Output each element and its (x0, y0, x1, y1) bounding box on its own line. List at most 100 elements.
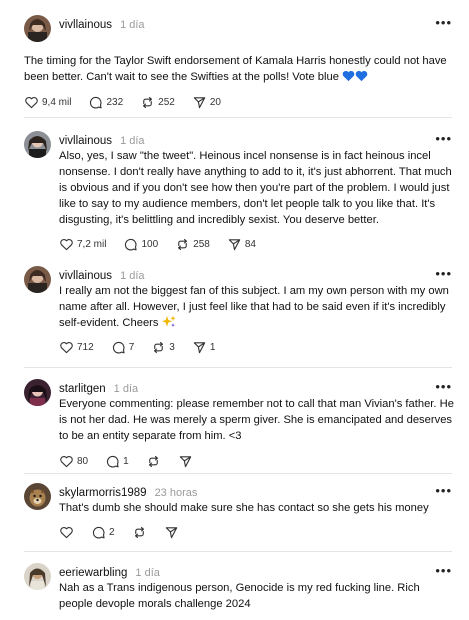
repost-count: 252 (158, 96, 175, 108)
avatar[interactable] (24, 266, 51, 293)
heart-icon (25, 96, 38, 108)
reply-count: 1 (123, 455, 129, 467)
username[interactable]: eeriewarbling (59, 567, 127, 579)
post-text: That's dumb she should make sure she has… (59, 502, 429, 514)
post-header: starlitgen 1 día (59, 381, 138, 397)
reply-button[interactable]: 2 (91, 525, 115, 540)
post-text-container: I really am not the biggest fan of this … (59, 283, 455, 331)
like-button[interactable]: 80 (59, 454, 88, 469)
username[interactable]: starlitgen (59, 383, 106, 395)
repost-button[interactable] (146, 454, 161, 469)
post-text: Also, yes, I saw "the tweet". Heinous in… (59, 150, 455, 226)
heart-icon (60, 455, 73, 467)
post-header: skylarmorris1989 23 horas (59, 485, 197, 501)
repost-icon (143, 96, 153, 108)
post-actions: 2 (59, 524, 179, 540)
more-options-icon[interactable]: ••• (435, 131, 452, 146)
share-button[interactable] (178, 454, 193, 469)
username[interactable]: vivllainous (59, 19, 112, 31)
like-count: 712 (77, 341, 94, 353)
comment-icon (112, 341, 125, 353)
heart-icon (60, 238, 73, 250)
reply-count: 7 (128, 341, 135, 353)
reply-count: 100 (141, 238, 159, 250)
like-count: 80 (77, 455, 89, 467)
share-count: 84 (244, 238, 256, 250)
timestamp[interactable]: 1 día (135, 567, 159, 579)
post-actions: 9,4 mil 232 252 20 (24, 94, 221, 110)
timestamp[interactable]: 1 día (120, 135, 144, 147)
timestamp[interactable]: 1 día (114, 383, 138, 395)
thread-feed: vivllainous 1 día ••• The timing for the… (0, 0, 469, 620)
like-button[interactable]: 7,2 mil (59, 237, 106, 252)
repost-button[interactable]: 258 (175, 237, 210, 252)
repost-button[interactable]: 252 (140, 95, 175, 110)
username[interactable]: skylarmorris1989 (59, 487, 147, 499)
avatar[interactable] (24, 379, 51, 406)
post-actions: 7,2 mil 100 258 84 (59, 236, 256, 252)
more-options-icon[interactable]: ••• (435, 563, 452, 578)
repost-button[interactable]: 3 (151, 340, 175, 355)
reply-button[interactable]: 232 (88, 95, 123, 110)
reply-button[interactable]: 1 (105, 454, 129, 469)
reply-count: 232 (106, 96, 124, 108)
share-count: 20 (209, 96, 221, 108)
comment-icon (125, 238, 138, 250)
divider (24, 551, 452, 552)
username[interactable]: vivllainous (59, 270, 112, 282)
repost-icon (134, 526, 144, 538)
share-button[interactable]: 20 (192, 95, 221, 110)
timestamp[interactable]: 23 horas (155, 487, 198, 499)
send-icon (228, 238, 241, 250)
post-actions: 80 1 (59, 453, 193, 469)
more-options-icon[interactable]: ••• (435, 266, 452, 281)
like-button[interactable] (59, 525, 74, 540)
sparkles-emoji (161, 315, 176, 329)
reply-button[interactable]: 7 (111, 340, 135, 355)
heart-icon (60, 526, 73, 538)
divider (24, 367, 452, 368)
more-options-icon[interactable]: ••• (435, 483, 452, 498)
post-header: vivllainous 1 día (59, 268, 145, 284)
comment-icon (90, 96, 103, 108)
send-icon (193, 96, 206, 108)
post-text: Everyone commenting: please remember not… (59, 398, 458, 442)
like-count: 7,2 mil (77, 238, 107, 250)
share-button[interactable]: 1 (192, 340, 216, 355)
repost-button[interactable] (132, 525, 147, 540)
post-text: The timing for the Taylor Swift endorsem… (24, 55, 450, 83)
divider (24, 473, 452, 474)
repost-icon (178, 238, 188, 250)
send-icon (179, 455, 191, 467)
post-actions: 712 7 3 1 (59, 339, 215, 355)
divider (24, 117, 452, 118)
blue-heart-emoji (342, 70, 368, 83)
reply-button[interactable]: 100 (123, 237, 158, 252)
post-text: I really am not the biggest fan of this … (59, 285, 452, 329)
timestamp[interactable]: 1 día (120, 19, 144, 31)
username[interactable]: vivllainous (59, 135, 112, 147)
avatar[interactable] (24, 563, 51, 590)
send-icon (193, 341, 206, 353)
post-text: Nah as a Trans indigenous person, Genoci… (59, 582, 423, 610)
repost-icon (154, 341, 164, 353)
like-button[interactable]: 712 (59, 340, 94, 355)
reply-count: 2 (109, 526, 115, 538)
repost-count: 258 (193, 238, 210, 250)
avatar[interactable] (24, 483, 51, 510)
share-button[interactable] (164, 525, 179, 540)
avatar[interactable] (24, 15, 51, 42)
share-count: 1 (209, 341, 216, 353)
more-options-icon[interactable]: ••• (435, 15, 452, 30)
post-header: vivllainous 1 día (59, 133, 145, 149)
repost-icon (148, 455, 158, 467)
like-button[interactable]: 9,4 mil (24, 95, 71, 110)
comment-icon (107, 455, 119, 467)
avatar[interactable] (24, 131, 51, 158)
share-button[interactable]: 84 (227, 237, 256, 252)
timestamp[interactable]: 1 día (120, 270, 144, 282)
more-options-icon[interactable]: ••• (435, 379, 452, 394)
heart-icon (60, 341, 73, 353)
repost-count: 3 (169, 341, 175, 353)
post-text-container: The timing for the Taylor Swift endorsem… (24, 53, 456, 85)
